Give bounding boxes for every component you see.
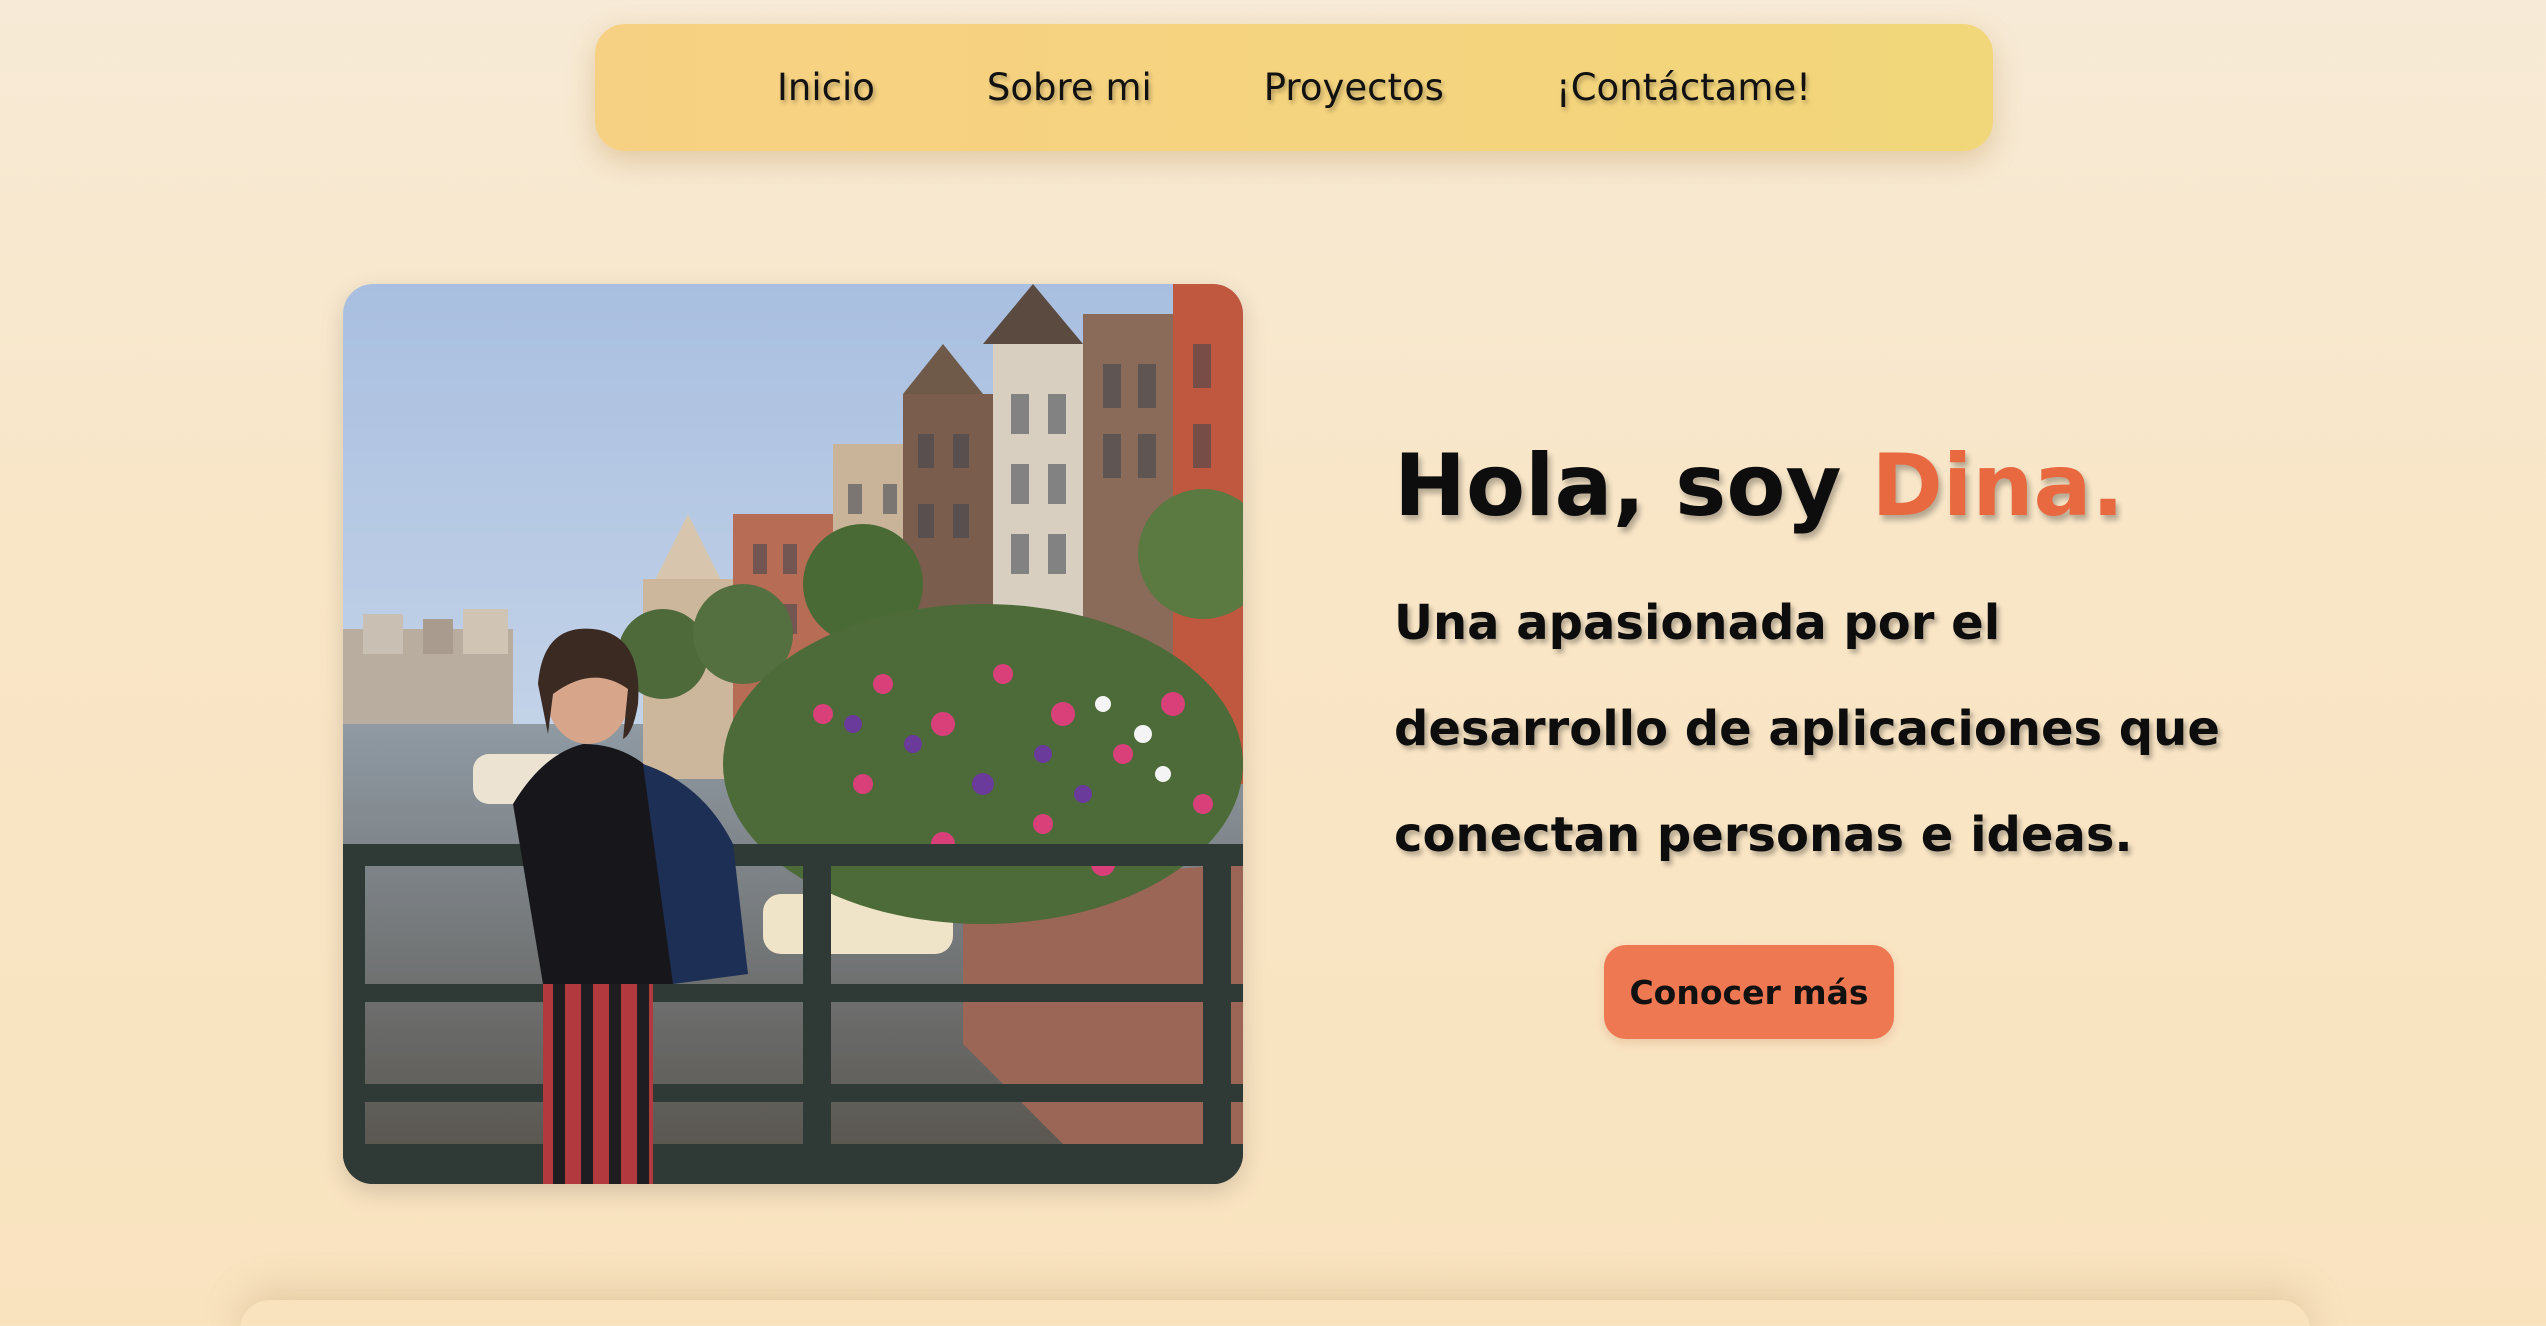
hero-subtitle-line-1: Una apasionada por el <box>1394 595 2001 651</box>
hero-greeting: Hola, soy <box>1394 436 1872 536</box>
nav-link-sobre-mi[interactable]: Sobre mi <box>931 66 1208 109</box>
hero-name: Dina. <box>1871 436 2125 536</box>
nav-link-proyectos[interactable]: Proyectos <box>1208 66 1500 109</box>
hero-title: Hola, soy Dina. <box>1394 436 2124 536</box>
nav-link-inicio[interactable]: Inicio <box>721 66 931 109</box>
profile-photo <box>343 284 1243 1184</box>
conocer-mas-button[interactable]: Conocer más <box>1604 945 1894 1039</box>
hero-subtitle-line-2: desarrollo de aplicaciones que <box>1394 701 2220 757</box>
top-navigation: Inicio Sobre mi Proyectos ¡Contáctame! <box>595 24 1993 151</box>
nav-link-contactame[interactable]: ¡Contáctame! <box>1500 66 1867 109</box>
hero-subtitle: Una apasionada por el desarrollo de apli… <box>1394 570 2254 888</box>
hero-subtitle-line-3: conectan personas e ideas. <box>1394 807 2133 863</box>
next-section-edge <box>240 1300 2310 1326</box>
